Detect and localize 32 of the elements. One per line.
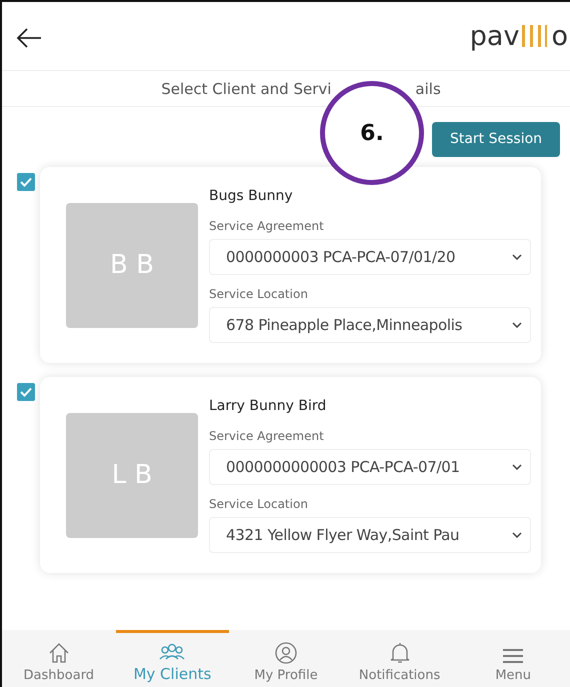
chevron-icon: [512, 464, 522, 470]
client-name: Larry Bunny Bird: [209, 398, 328, 414]
client-name: Bugs Bunny: [209, 188, 294, 204]
agreement-dropdown[interactable]: 0000000003 PCA-PCA-07/01/20: [209, 238, 531, 274]
nav-tab[interactable]: Menu: [456, 630, 570, 687]
location-dropdown[interactable]: 678 Pineapple Place,Minneapolis: [209, 306, 531, 342]
field-label: Service Agreement: [209, 218, 325, 232]
checkbox[interactable]: [17, 173, 35, 191]
page-title: ails: [415, 80, 441, 98]
user-icon: [274, 642, 297, 664]
nav-tab[interactable]: My Clients: [116, 630, 230, 687]
start-session-button[interactable]: Start Session: [432, 122, 560, 156]
bell-icon: [390, 642, 410, 664]
back-arrow-icon[interactable]: [16, 27, 42, 49]
logo-text: pav: [470, 20, 520, 52]
home-icon: [48, 642, 70, 664]
page-title: Select Client and Servi: [161, 80, 332, 98]
field-label: Service Location: [209, 286, 309, 300]
nav-tab[interactable]: My Profile: [229, 630, 343, 687]
field-label: Service Agreement: [209, 428, 325, 442]
people-icon: [159, 643, 186, 661]
menu-icon: [502, 648, 524, 664]
checkbox[interactable]: [17, 383, 35, 401]
agreement-dropdown[interactable]: 0000000000003 PCA-PCA-07/01: [209, 448, 531, 484]
nav-tab[interactable]: Dashboard: [2, 630, 116, 687]
chevron-icon: [512, 532, 522, 538]
logo-text: o: [551, 20, 568, 52]
location-dropdown[interactable]: 4321 Yellow Flyer Way,Saint Pau: [209, 516, 531, 552]
nav-tab[interactable]: Notifications: [342, 630, 456, 687]
chevron-icon: [512, 322, 522, 328]
field-label: Service Location: [209, 496, 309, 510]
chevron-icon: [512, 254, 522, 260]
